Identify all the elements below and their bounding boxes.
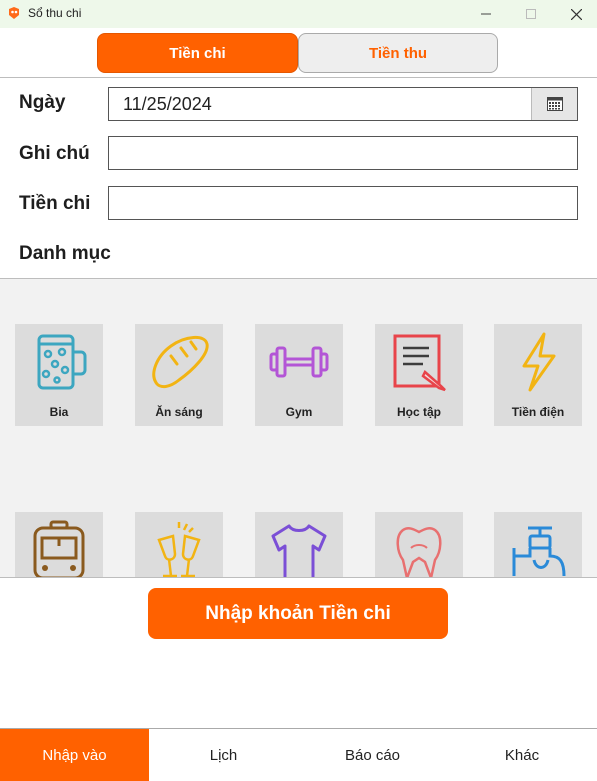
lightning-icon	[522, 332, 556, 392]
category-label-text: Học tập	[396, 405, 441, 419]
maximize-button[interactable]	[508, 0, 554, 28]
category-label: Danh mục	[19, 243, 111, 264]
note-label: Ghi chú	[19, 143, 90, 164]
category-tile[interactable]	[135, 512, 223, 577]
cheers-glasses-icon	[157, 522, 201, 577]
date-label: Ngày	[19, 92, 66, 113]
dumbbell-icon	[269, 346, 329, 378]
category-tile[interactable]	[15, 512, 103, 577]
beer-mug-icon	[37, 334, 87, 390]
app-logo-icon	[9, 7, 19, 19]
bread-icon	[152, 336, 209, 389]
tab-income[interactable]: Tiền thu	[298, 33, 498, 73]
tshirt-icon	[271, 524, 327, 577]
tooth-icon	[396, 527, 442, 577]
minimize-button[interactable]	[463, 0, 509, 28]
note-input[interactable]	[108, 136, 578, 170]
nav-calendar[interactable]: Lịch	[149, 729, 299, 781]
category-tile[interactable]: Học tập	[375, 324, 463, 426]
tab-bar: Tiền chi Tiền thu	[0, 28, 597, 78]
category-label-text: Bia	[49, 405, 69, 419]
calendar-icon	[546, 97, 563, 111]
bottom-navigation: Nhập vào Lịch Báo cáo Khác	[0, 728, 597, 781]
minimize-icon	[481, 13, 491, 15]
category-tile[interactable]	[375, 512, 463, 577]
close-icon	[570, 8, 582, 20]
nav-report[interactable]: Báo cáo	[298, 729, 448, 781]
title-bar: Sổ thu chi	[0, 0, 597, 28]
submit-expense-button[interactable]: Nhập khoản Tiền chi	[148, 588, 448, 639]
water-tap-icon	[512, 526, 566, 577]
date-value: 11/25/2024	[123, 94, 212, 114]
date-picker[interactable]: 11/25/2024	[108, 87, 578, 121]
category-label-text: Gym	[285, 405, 313, 419]
calendar-button[interactable]	[531, 88, 577, 120]
category-label-text: Ăn sáng	[155, 405, 203, 419]
category-tile[interactable]: Bia	[15, 324, 103, 426]
bus-icon	[33, 520, 85, 577]
app-window: Sổ thu chi Tiền chi Tiền thu Ngày 11/25/…	[0, 0, 597, 781]
category-label-text: Tiền điện	[511, 405, 565, 419]
amount-input[interactable]	[108, 186, 578, 220]
close-button[interactable]	[553, 0, 597, 28]
amount-label: Tiền chi	[19, 193, 91, 214]
tab-expense[interactable]: Tiền chi	[97, 33, 298, 73]
window-title: Sổ thu chi	[28, 6, 82, 20]
nav-input[interactable]: Nhập vào	[0, 729, 150, 781]
category-tile[interactable]: Tiền điện	[494, 324, 582, 426]
category-tile[interactable]: Gym	[255, 324, 343, 426]
maximize-icon	[526, 9, 536, 19]
category-tile[interactable]: Ăn sáng	[135, 324, 223, 426]
category-tile[interactable]	[255, 512, 343, 577]
nav-other[interactable]: Khác	[447, 729, 597, 781]
category-tile[interactable]	[494, 512, 582, 577]
category-grid[interactable]: Bia Ăn sáng Gym Học tập Tiền điện	[0, 278, 597, 578]
study-notebook-icon	[393, 334, 446, 392]
